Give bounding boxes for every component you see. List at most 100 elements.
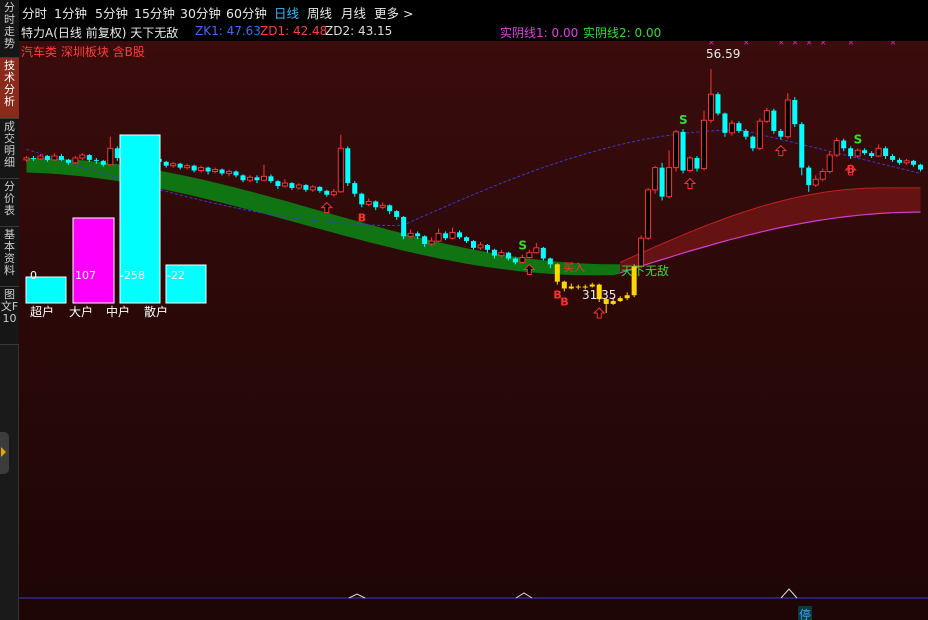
candle-body: [554, 264, 560, 282]
menu-monthly[interactable]: 月线: [341, 3, 366, 22]
cross-marker-icon: ×: [778, 41, 785, 47]
candle-body: [540, 247, 546, 259]
indicator-info-bar: 特力A(日线 前复权) 天下无敌 ZK1: 47.63 ZD1: 42.48 Z…: [19, 21, 928, 41]
candle-body: [736, 123, 742, 131]
fund-bar: [72, 217, 115, 304]
candle-body: [743, 130, 749, 137]
candle-body: [470, 241, 477, 248]
bar-label-medium: 中户: [106, 305, 131, 319]
candle-body: [826, 154, 833, 172]
candle-body: [443, 233, 449, 239]
cross-marker-icon: ×: [890, 41, 897, 47]
buy-label: 买入: [563, 261, 585, 274]
kline-chart[interactable]: S S S B B B B × × × × × × × × 汽车类 深圳板块 含B股 0 107 -258 …: [19, 41, 928, 620]
candle-body: [464, 237, 470, 242]
expand-panel-button[interactable]: [0, 432, 9, 474]
candle-body: [728, 122, 735, 134]
candle-body: [903, 160, 910, 164]
tab-technical-analysis[interactable]: 技术分析: [0, 58, 19, 119]
sell-signal-icon: S: [679, 113, 688, 127]
shiyin1-value: 实阴线1: 0.00: [500, 26, 579, 40]
zk1-value: ZK1: 47.63: [195, 24, 261, 38]
candle-body: [715, 94, 721, 114]
menu-5min[interactable]: 5分钟: [95, 3, 128, 22]
menu-more[interactable]: 更多 >: [374, 3, 413, 22]
candle-body: [784, 99, 791, 138]
candle-body: [498, 252, 505, 257]
candle-body: [387, 205, 393, 212]
menu-weekly[interactable]: 周线: [307, 3, 332, 22]
candle-body: [477, 244, 484, 249]
menu-15min[interactable]: 15分钟: [134, 3, 175, 22]
candle-body: [79, 154, 86, 159]
stock-title: 特力A(日线 前复权) 天下无敌: [21, 26, 179, 40]
high-price-label: 56.59: [706, 47, 741, 61]
candle-body: [233, 171, 239, 176]
candle-body: [345, 148, 351, 184]
candle-body: [184, 165, 191, 169]
expand-arrow-icon: [1, 447, 6, 457]
candle-body: [198, 167, 205, 172]
candle-body: [484, 244, 490, 250]
candle-body: [435, 232, 442, 242]
cross-marker-icon: ×: [743, 41, 750, 47]
candle-body: [170, 163, 177, 167]
menu-1min[interactable]: 1分钟: [54, 3, 87, 22]
sell-signal-icon: S: [854, 132, 863, 146]
bar-value-retail: -22: [167, 269, 185, 282]
low-price-label: 31.35: [582, 288, 617, 302]
candle-body: [491, 249, 497, 256]
candle-body: [457, 232, 463, 238]
bar-label-large: 大户: [69, 305, 94, 319]
candle-body: [205, 167, 211, 172]
bar-label-retail: 散户: [144, 305, 169, 319]
candle-body: [58, 156, 64, 160]
candle-body: [114, 148, 120, 158]
candle-body: [309, 186, 316, 191]
candle-body: [750, 136, 756, 149]
candle-body: [428, 240, 435, 245]
candle-body: [303, 185, 309, 190]
menu-60min[interactable]: 60分钟: [226, 3, 267, 22]
candle-body: [763, 110, 770, 122]
candle-body: [890, 156, 896, 160]
tab-trade-detail[interactable]: 成交明细: [0, 119, 19, 179]
candle-body: [806, 167, 812, 186]
cross-marker-icon: ×: [848, 41, 855, 47]
buy-signal-icon: B: [560, 295, 568, 308]
candle-body: [687, 157, 694, 172]
candle-body: [561, 281, 567, 289]
stop-label: 停: [798, 606, 813, 620]
candle-body: [324, 190, 330, 195]
candle-body: [281, 182, 288, 187]
candle-body: [352, 183, 358, 194]
menu-daily[interactable]: 日线: [274, 3, 299, 22]
candle-body: [771, 110, 777, 131]
candle-body: [911, 160, 917, 165]
candle-body: [379, 204, 386, 208]
menu-intraday[interactable]: 分时: [22, 3, 47, 22]
candle-body: [547, 258, 553, 265]
signal-label: 天下无敌: [621, 264, 670, 278]
tab-basic-info[interactable]: 基本资料: [0, 227, 19, 287]
menu-30min[interactable]: 30分钟: [180, 3, 221, 22]
candle-body: [268, 176, 274, 182]
tab-intraday[interactable]: 分时走势: [0, 0, 19, 58]
candle-body: [365, 200, 372, 205]
candle-body: [568, 286, 574, 289]
candle-body: [330, 191, 337, 196]
candle-body: [86, 155, 92, 160]
candle-body: [240, 175, 246, 181]
candle-body: [841, 140, 847, 149]
candle-body: [812, 178, 819, 186]
candle-body: [449, 231, 456, 239]
candle-body: [883, 148, 889, 157]
candle-body: [707, 93, 714, 121]
candle-body: [862, 150, 868, 154]
candle-body: [44, 156, 50, 160]
candle-body: [275, 181, 281, 186]
candle-body: [617, 298, 623, 302]
tab-price-table[interactable]: 分价表: [0, 179, 19, 227]
candle-body: [219, 169, 225, 174]
tab-f10[interactable]: 图文F10: [0, 287, 19, 345]
